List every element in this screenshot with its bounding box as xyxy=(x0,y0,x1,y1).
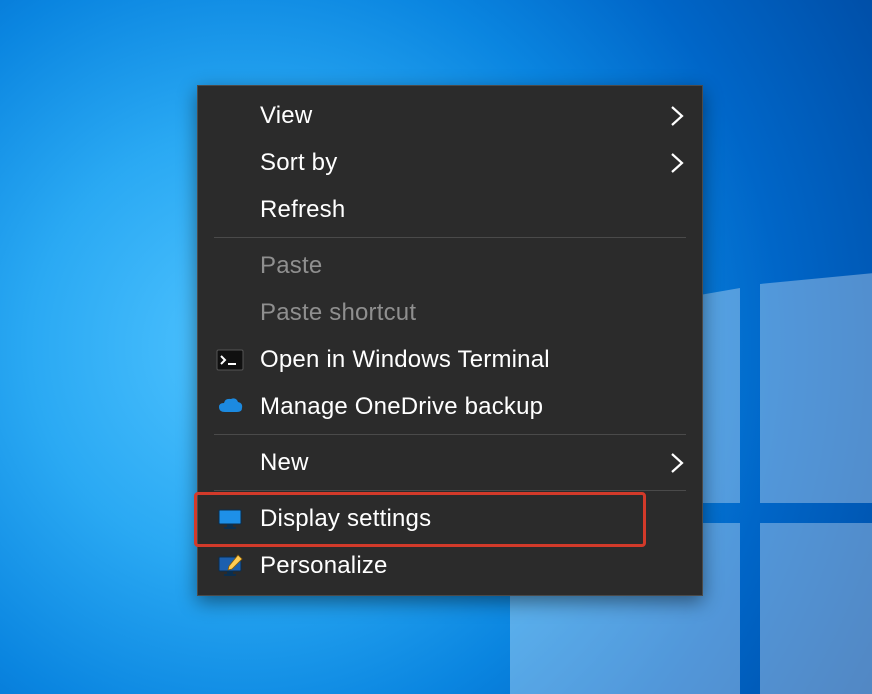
menu-item-paste-shortcut: Paste shortcut xyxy=(198,289,702,336)
menu-item-paste: Paste xyxy=(198,242,702,289)
chevron-right-icon xyxy=(670,452,684,474)
menu-separator xyxy=(214,434,686,435)
menu-item-label: Sort by xyxy=(260,149,337,177)
chevron-right-icon xyxy=(670,152,684,174)
menu-separator xyxy=(214,490,686,491)
personalize-icon xyxy=(216,552,244,580)
menu-item-label: New xyxy=(260,449,309,477)
menu-item-label: Refresh xyxy=(260,196,345,224)
menu-item-open-windows-terminal[interactable]: Open in Windows Terminal xyxy=(198,336,702,383)
menu-item-sort-by[interactable]: Sort by xyxy=(198,139,702,186)
menu-item-label: Display settings xyxy=(260,505,431,533)
menu-item-refresh[interactable]: Refresh xyxy=(198,186,702,233)
display-icon xyxy=(216,505,244,533)
chevron-right-icon xyxy=(670,105,684,127)
terminal-icon xyxy=(216,346,244,374)
desktop-context-menu: View Sort by Refresh Paste Paste shortcu… xyxy=(197,85,703,596)
menu-item-new[interactable]: New xyxy=(198,439,702,486)
desktop-wallpaper[interactable]: View Sort by Refresh Paste Paste shortcu… xyxy=(0,0,872,694)
menu-item-label: View xyxy=(260,102,312,130)
menu-item-view[interactable]: View xyxy=(198,92,702,139)
menu-separator xyxy=(214,237,686,238)
menu-item-label: Personalize xyxy=(260,552,388,580)
menu-item-label: Manage OneDrive backup xyxy=(260,393,543,421)
menu-item-onedrive-backup[interactable]: Manage OneDrive backup xyxy=(198,383,702,430)
menu-item-label: Paste shortcut xyxy=(260,299,416,327)
menu-item-label: Open in Windows Terminal xyxy=(260,346,550,374)
menu-item-label: Paste xyxy=(260,252,322,280)
menu-item-display-settings[interactable]: Display settings xyxy=(198,495,702,542)
menu-item-personalize[interactable]: Personalize xyxy=(198,542,702,589)
onedrive-icon xyxy=(216,393,244,421)
